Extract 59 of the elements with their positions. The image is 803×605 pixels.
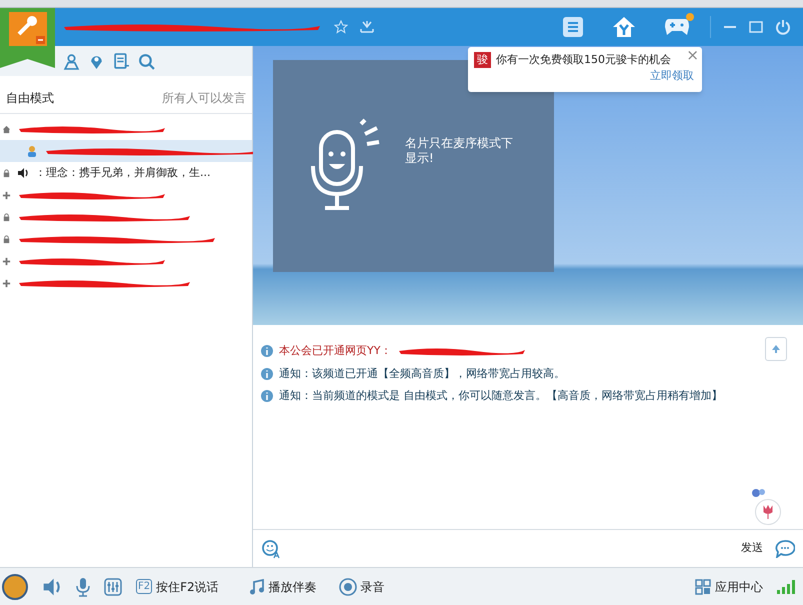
microphone-icon: [8, 12, 46, 46]
star-icon[interactable]: [334, 20, 348, 34]
record-button[interactable]: 录音: [338, 578, 385, 596]
signal-icon: [777, 580, 795, 594]
app-logo[interactable]: [0, 8, 55, 68]
chat-message: 本公会已开通网页YY：: [279, 343, 392, 359]
expand-icon[interactable]: [2, 256, 11, 266]
channel-row[interactable]: [0, 140, 252, 162]
expand-icon[interactable]: [2, 190, 11, 200]
send-button[interactable]: 发送: [737, 540, 767, 557]
notes-icon[interactable]: [113, 52, 130, 70]
home-icon[interactable]: [612, 16, 636, 38]
lock-icon: [2, 168, 11, 178]
home-icon: [2, 124, 11, 134]
info-icon: [261, 390, 273, 402]
promo-message: 你有一次免费领取150元骏卡的机会: [496, 52, 671, 68]
volume-button[interactable]: [42, 576, 62, 596]
card-notice: 名片只在麦序模式下显示!: [405, 136, 514, 166]
person-icon[interactable]: [63, 52, 80, 70]
push-to-talk-button[interactable]: F2 按住F2说话: [136, 578, 219, 596]
accompaniment-button[interactable]: 播放伴奏: [248, 578, 317, 596]
app-center-button[interactable]: 应用中心: [695, 578, 763, 596]
list-icon[interactable]: [562, 16, 584, 38]
claim-link[interactable]: 立即领取: [650, 68, 694, 82]
speaker-icon: [17, 167, 29, 179]
mixer-icon[interactable]: [104, 578, 122, 596]
maximize-icon[interactable]: [749, 20, 763, 34]
download-icon[interactable]: [360, 20, 374, 34]
emoji-icon[interactable]: [261, 538, 281, 558]
search-icon[interactable]: [138, 52, 155, 70]
tulip-icon: [762, 505, 774, 519]
mode-label: 自由模式: [6, 90, 54, 106]
gamepad-icon[interactable]: [664, 17, 690, 37]
expand-icon[interactable]: [2, 278, 11, 288]
lock-icon: [2, 234, 11, 244]
flower-sticker-icon[interactable]: [751, 487, 767, 499]
scroll-up-button[interactable]: [765, 337, 787, 361]
f2-key-icon: F2: [136, 579, 152, 594]
record-icon: [338, 578, 357, 596]
chat-message: 通知：当前频道的模式是 自由模式，你可以随意发言。【高音质，网络带宽占用稍有增加】: [279, 388, 722, 404]
grid-icon: [695, 578, 711, 594]
avatar[interactable]: [2, 574, 28, 600]
flower-button[interactable]: [755, 499, 781, 525]
lock-icon: [2, 212, 11, 222]
up-arrow-icon: [771, 344, 781, 354]
info-icon: [261, 368, 273, 380]
music-note-icon: [248, 578, 265, 594]
power-icon[interactable]: [775, 19, 791, 35]
user-icon: [26, 145, 38, 157]
close-button[interactable]: ×: [686, 47, 699, 63]
microphone-icon[interactable]: [76, 576, 90, 596]
chat-bubble-icon[interactable]: [775, 540, 795, 558]
permission-label: 所有人可以发言: [162, 90, 246, 106]
speaker-icon: [42, 576, 62, 596]
chat-message: 通知：该频道已开通【全频高音质】，网络带宽占用较高。: [279, 366, 565, 382]
info-icon: [261, 345, 273, 358]
card-badge-icon: 骏: [474, 52, 491, 68]
channel-name: ：理念：携手兄弟，并肩御敌，生...: [35, 164, 210, 181]
channel-row[interactable]: ：理念：携手兄弟，并肩御敌，生...: [0, 162, 252, 184]
